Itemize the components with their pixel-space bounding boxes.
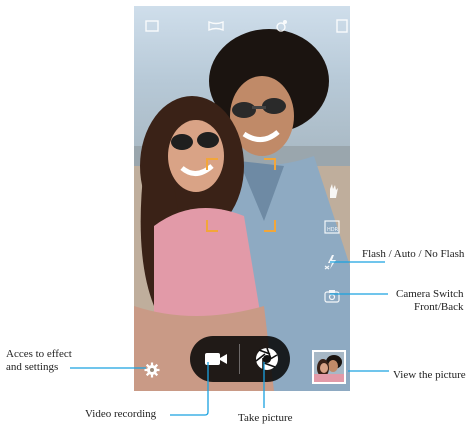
hdr-icon[interactable]: HDR — [323, 218, 341, 236]
take-picture-annotation: Take picture — [238, 412, 293, 424]
gear-icon — [144, 362, 160, 378]
tone-icon[interactable] — [274, 18, 290, 34]
last-photo-thumbnail — [314, 352, 344, 382]
photo-mode-icon[interactable] — [144, 18, 160, 34]
scene-hand-icon[interactable] — [324, 182, 342, 200]
camera-viewfinder[interactable]: HDR — [134, 6, 350, 391]
focus-frame-corner — [206, 158, 218, 170]
divider — [239, 344, 240, 374]
focus-frame-corner — [264, 158, 276, 170]
camera-switch-annotation: Camera Switch Front/Back — [396, 288, 464, 314]
camera-switch-icon[interactable] — [323, 287, 341, 305]
effects-annotation-line1: Acces to effect — [6, 348, 72, 360]
aperture-icon — [255, 347, 278, 370]
video-camera-icon — [205, 353, 227, 365]
flash-annotation: Flash / Auto / No Flash — [362, 248, 465, 260]
capture-controls — [190, 336, 290, 382]
video-recording-annotation: Video recording — [85, 408, 157, 420]
effects-annotation-line2: and settings — [6, 361, 59, 373]
camera-switch-annotation-line1: Camera Switch — [396, 288, 464, 300]
view-picture-annotation: View the picture — [393, 369, 466, 381]
take-picture-button[interactable] — [250, 342, 284, 376]
selfie-photo — [134, 6, 350, 391]
focus-frame-corner — [264, 220, 276, 232]
settings-button[interactable] — [142, 360, 162, 380]
video-record-button[interactable] — [198, 344, 234, 374]
gallery-icon[interactable] — [334, 18, 350, 34]
effects-annotation: Acces to effect and settings — [6, 348, 72, 374]
camera-switch-annotation-line2: Front/Back — [414, 301, 464, 313]
flash-icon[interactable] — [323, 253, 341, 271]
focus-frame-corner — [206, 220, 218, 232]
gallery-thumbnail[interactable] — [312, 350, 346, 384]
svg-text:HDR: HDR — [327, 227, 339, 233]
panorama-icon[interactable] — [208, 18, 224, 34]
